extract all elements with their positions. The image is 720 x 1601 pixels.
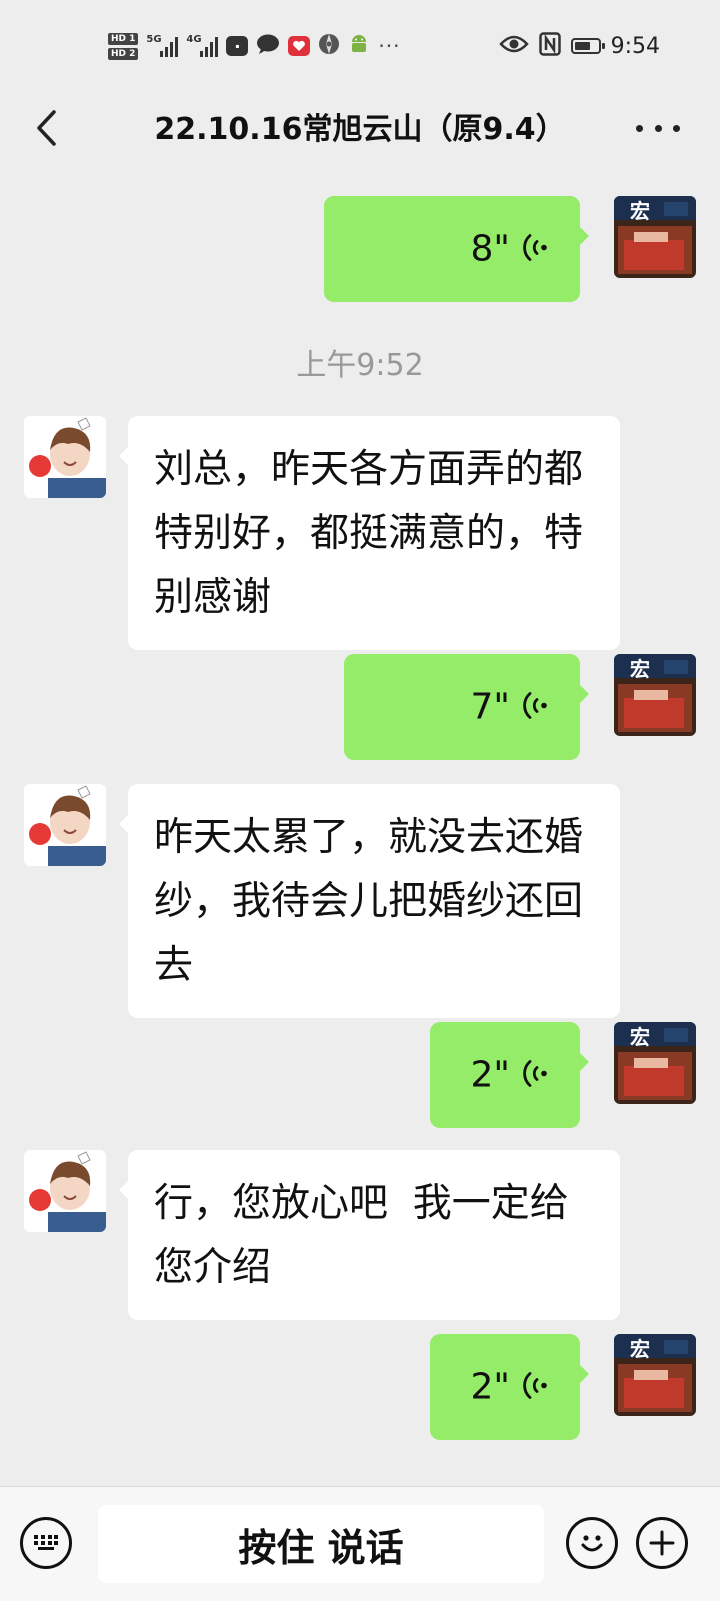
message-text: 昨天太累了，就没去还婚纱，我待会儿把婚纱还回去 xyxy=(154,815,584,988)
more-options-icon[interactable] xyxy=(636,112,680,144)
hd-icon: HD 1 HD 2 xyxy=(108,32,139,60)
eye-icon xyxy=(498,34,529,58)
voice-wave-icon xyxy=(520,232,548,266)
hold-to-talk-button[interactable]: 按住 说话 xyxy=(98,1505,544,1583)
text-message-bubble[interactable]: 昨天太累了，就没去还婚纱，我待会儿把婚纱还回去 xyxy=(119,784,620,1018)
my-avatar[interactable]: 宏 xyxy=(614,1334,696,1416)
network-5g-label: 5G xyxy=(146,34,162,45)
voice-wave-icon xyxy=(520,1370,548,1404)
keyboard-icon[interactable] xyxy=(20,1517,72,1569)
message-row-outgoing: 2" 宏 xyxy=(0,1334,720,1440)
chat-title: 22.10.16常旭云山（原9.4） xyxy=(154,112,566,147)
huawei-app-icon: ▪ xyxy=(226,36,249,56)
text-message-bubble[interactable]: 行，您放心吧 我一定给您介绍 xyxy=(119,1150,620,1320)
contact-avatar[interactable] xyxy=(24,784,106,866)
svg-text:宏: 宏 xyxy=(630,1025,650,1049)
red-heart-app-icon xyxy=(288,36,311,56)
browser-app-icon xyxy=(318,33,340,59)
my-avatar[interactable]: 宏 xyxy=(614,654,696,736)
notification-overflow: ··· xyxy=(378,34,401,58)
voice-message-bubble[interactable]: 7" xyxy=(344,654,589,760)
message-row-outgoing: 8" 宏 xyxy=(0,196,720,302)
voice-duration: 8" xyxy=(470,228,510,270)
voice-wave-icon xyxy=(520,1058,548,1092)
battery-icon xyxy=(570,38,605,54)
network-4g-label: 4G xyxy=(186,34,202,45)
hd2-label: HD 2 xyxy=(108,47,139,60)
chat-input-bar: 按住 说话 xyxy=(0,1486,720,1601)
chat-bubble-icon xyxy=(256,33,280,59)
voice-message-bubble[interactable]: 2" xyxy=(430,1022,589,1128)
android-icon xyxy=(348,33,370,59)
plus-icon[interactable] xyxy=(636,1517,688,1569)
chat-header: 22.10.16常旭云山（原9.4） xyxy=(0,92,720,166)
voice-message-bubble[interactable]: 2" xyxy=(430,1334,589,1440)
hd1-label: HD 1 xyxy=(108,32,139,45)
text-message-bubble[interactable]: 刘总，昨天各方面弄的都特别好，都挺满意的，特别感谢 xyxy=(119,416,620,650)
svg-text:宏: 宏 xyxy=(630,1337,650,1361)
voice-duration: 2" xyxy=(470,1054,510,1096)
message-row-outgoing: 7" 宏 xyxy=(0,654,720,760)
message-list[interactable]: 8" 宏 上午9:52 刘总，昨天各方面弄的都特别好，都挺满意的，特别感谢 7"… xyxy=(0,166,720,1486)
voice-wave-icon xyxy=(520,690,548,724)
status-bar: HD 1 HD 2 5G 4G ▪ ··· 9:54 xyxy=(0,0,720,92)
my-avatar[interactable]: 宏 xyxy=(614,1022,696,1104)
signal-4g-icon: 4G xyxy=(186,34,219,57)
my-avatar[interactable]: 宏 xyxy=(614,196,696,278)
status-time: 9:54 xyxy=(610,33,660,59)
voice-duration: 7" xyxy=(470,686,510,728)
voice-duration: 2" xyxy=(470,1366,510,1408)
contact-avatar[interactable] xyxy=(24,416,106,498)
message-timestamp: 上午9:52 xyxy=(296,348,424,383)
svg-text:宏: 宏 xyxy=(630,657,650,681)
message-text: 行，您放心吧 我一定给您介绍 xyxy=(154,1181,569,1290)
contact-avatar[interactable] xyxy=(24,1150,106,1232)
nfc-icon xyxy=(538,32,561,60)
message-text: 刘总，昨天各方面弄的都特别好，都挺满意的，特别感谢 xyxy=(154,447,584,620)
signal-5g-icon: 5G xyxy=(146,34,179,57)
svg-text:宏: 宏 xyxy=(630,199,650,223)
voice-message-bubble[interactable]: 8" xyxy=(324,196,589,302)
back-arrow-icon[interactable] xyxy=(24,106,68,150)
emoji-icon[interactable] xyxy=(566,1517,618,1569)
message-row-outgoing: 2" 宏 xyxy=(0,1022,720,1128)
